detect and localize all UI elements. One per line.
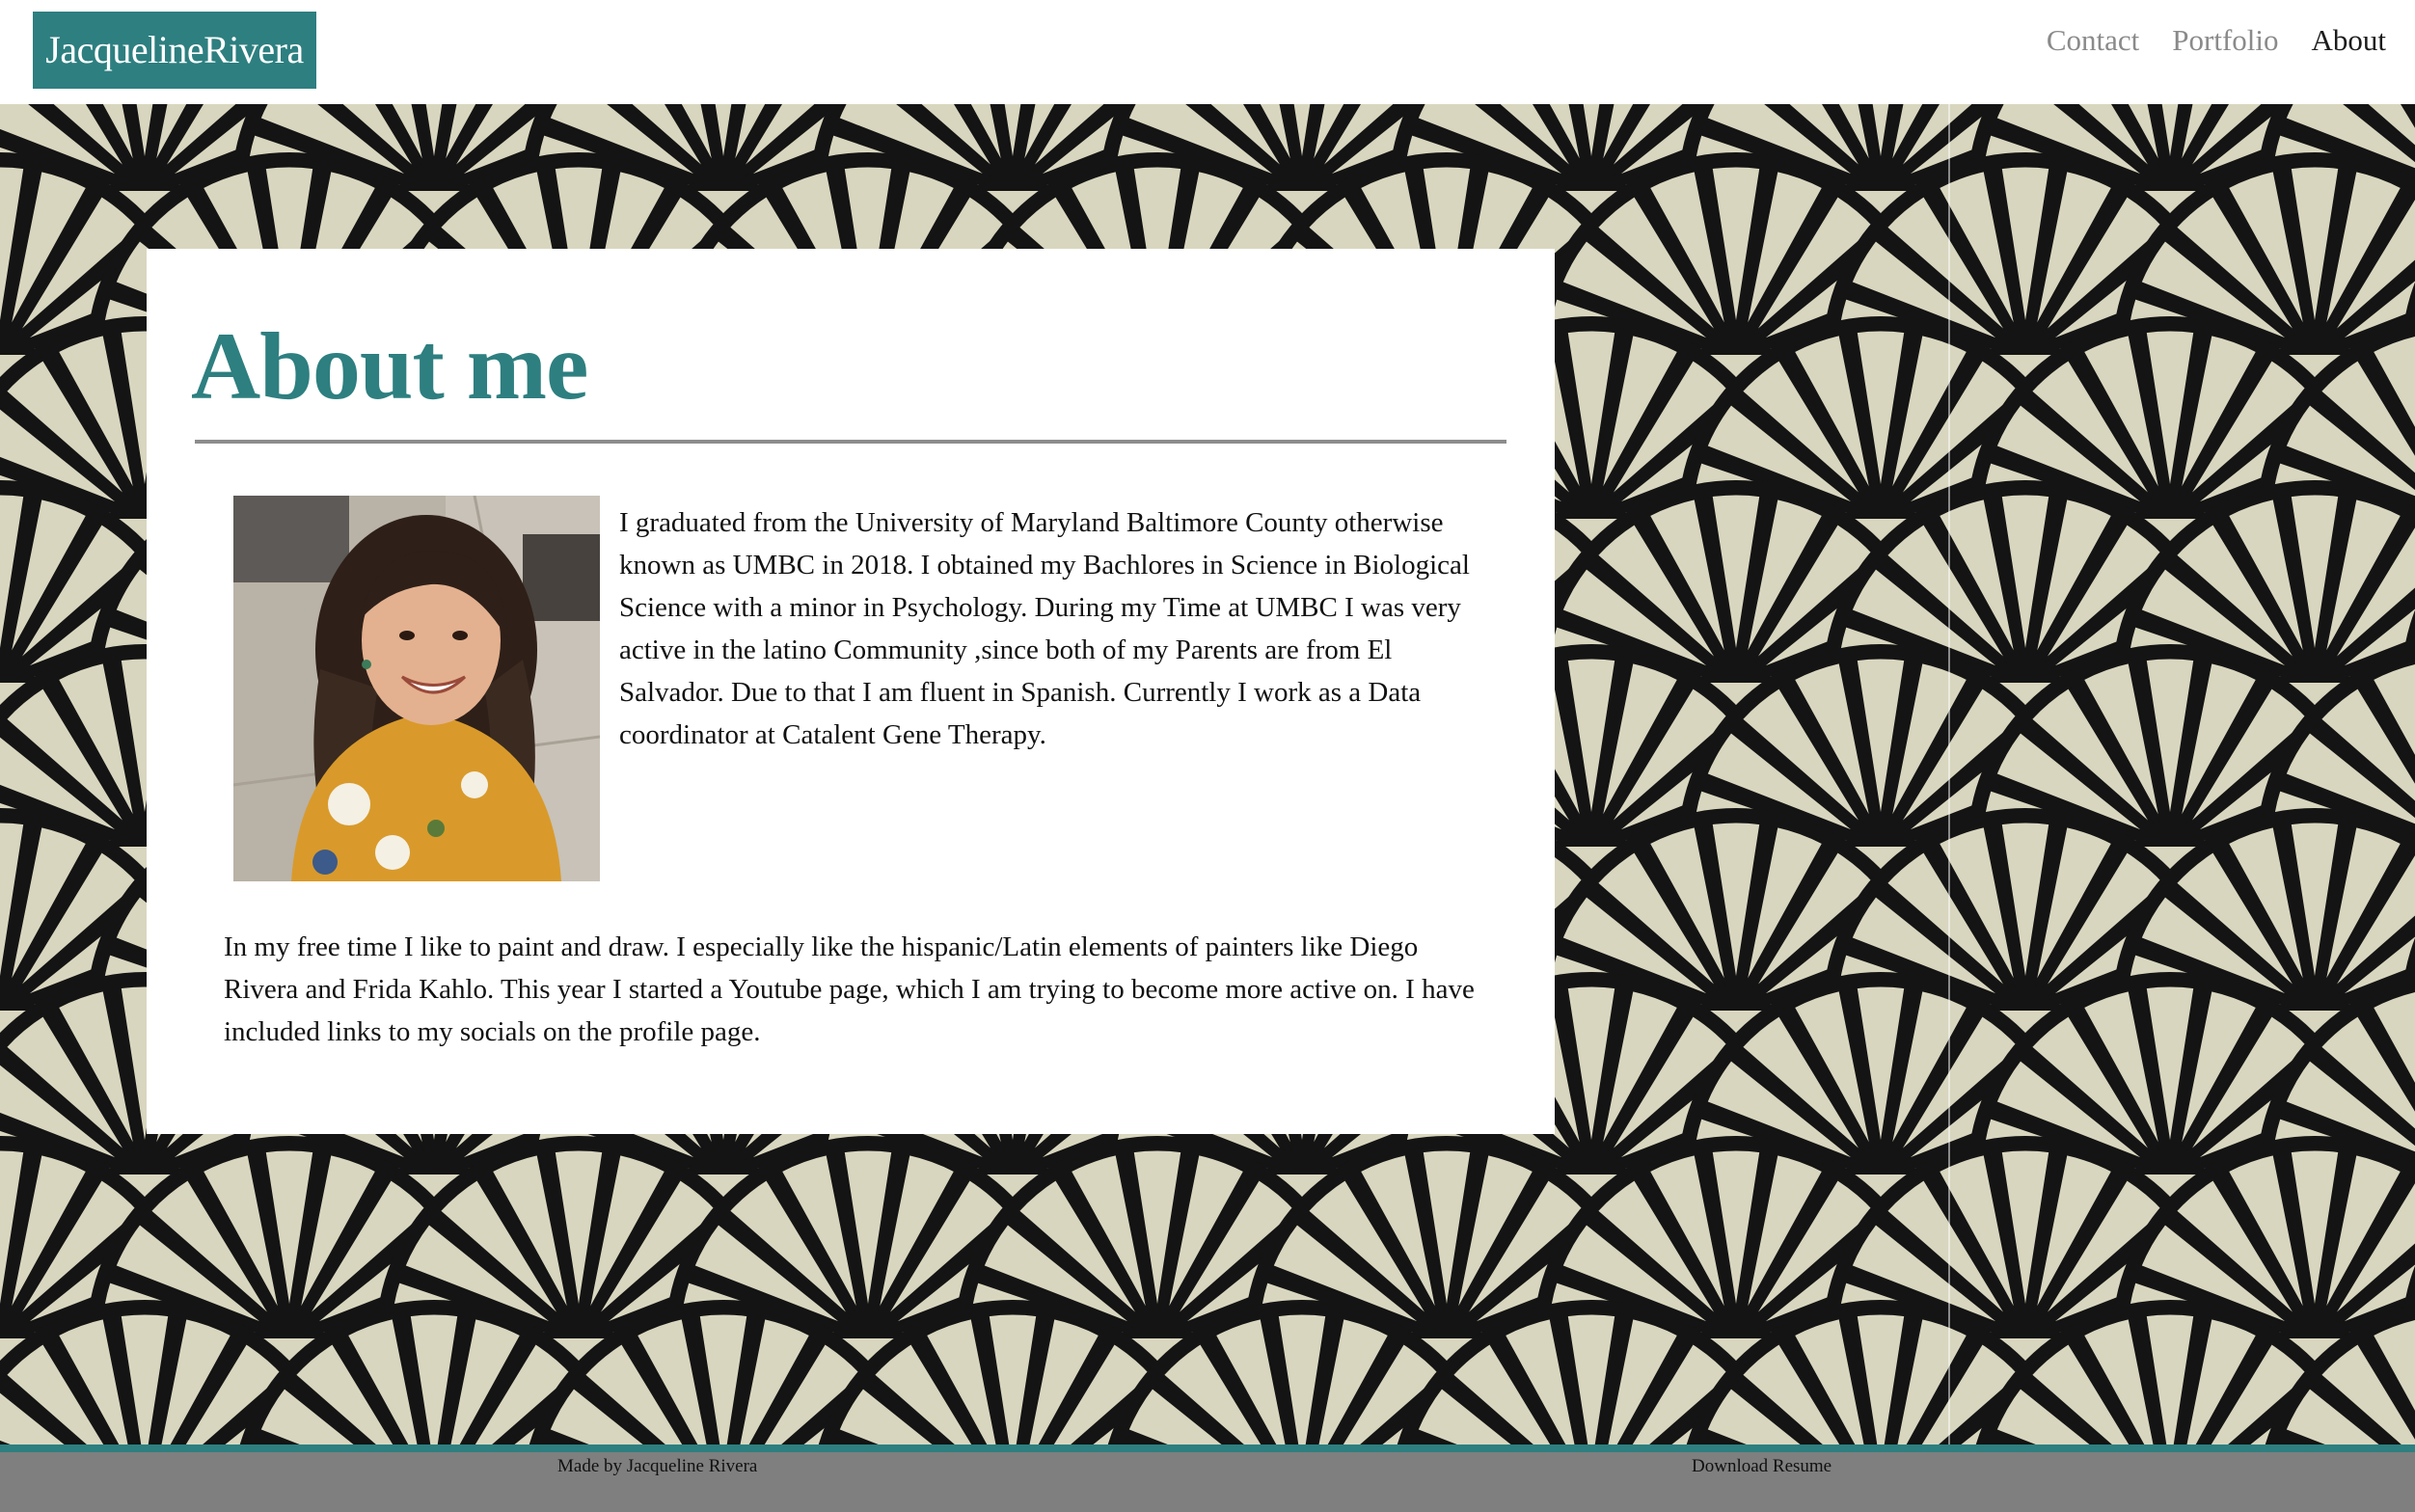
footer: Made by Jacqueline Rivera Download Resum… <box>0 1452 2415 1512</box>
footer-credit: Made by Jacqueline Rivera <box>557 1456 758 1476</box>
main-nav: Contact Portfolio About <box>2047 23 2386 58</box>
top-navigation-bar: JacquelineRivera Contact Portfolio About <box>0 0 2415 104</box>
bio-paragraph-education: I graduated from the University of Maryl… <box>619 507 1470 750</box>
download-resume-link[interactable]: Download Resume <box>1692 1456 1832 1477</box>
pattern-seam <box>1948 104 1950 1444</box>
nav-portfolio-link[interactable]: Portfolio <box>2172 23 2278 58</box>
nav-about-link[interactable]: About <box>2312 23 2387 58</box>
about-card: About me I graduated from the University… <box>147 249 1555 1134</box>
nav-contact-link[interactable]: Contact <box>2047 23 2139 58</box>
title-divider <box>195 440 1506 444</box>
brand-logo[interactable]: JacquelineRivera <box>33 12 316 89</box>
page-title: About me <box>191 312 588 419</box>
profile-photo-illustration <box>233 496 600 881</box>
bio-paragraph-hobbies: In my free time I like to paint and draw… <box>224 932 1475 1047</box>
profile-photo <box>233 496 600 881</box>
footer-accent-stripe <box>0 1444 2415 1452</box>
